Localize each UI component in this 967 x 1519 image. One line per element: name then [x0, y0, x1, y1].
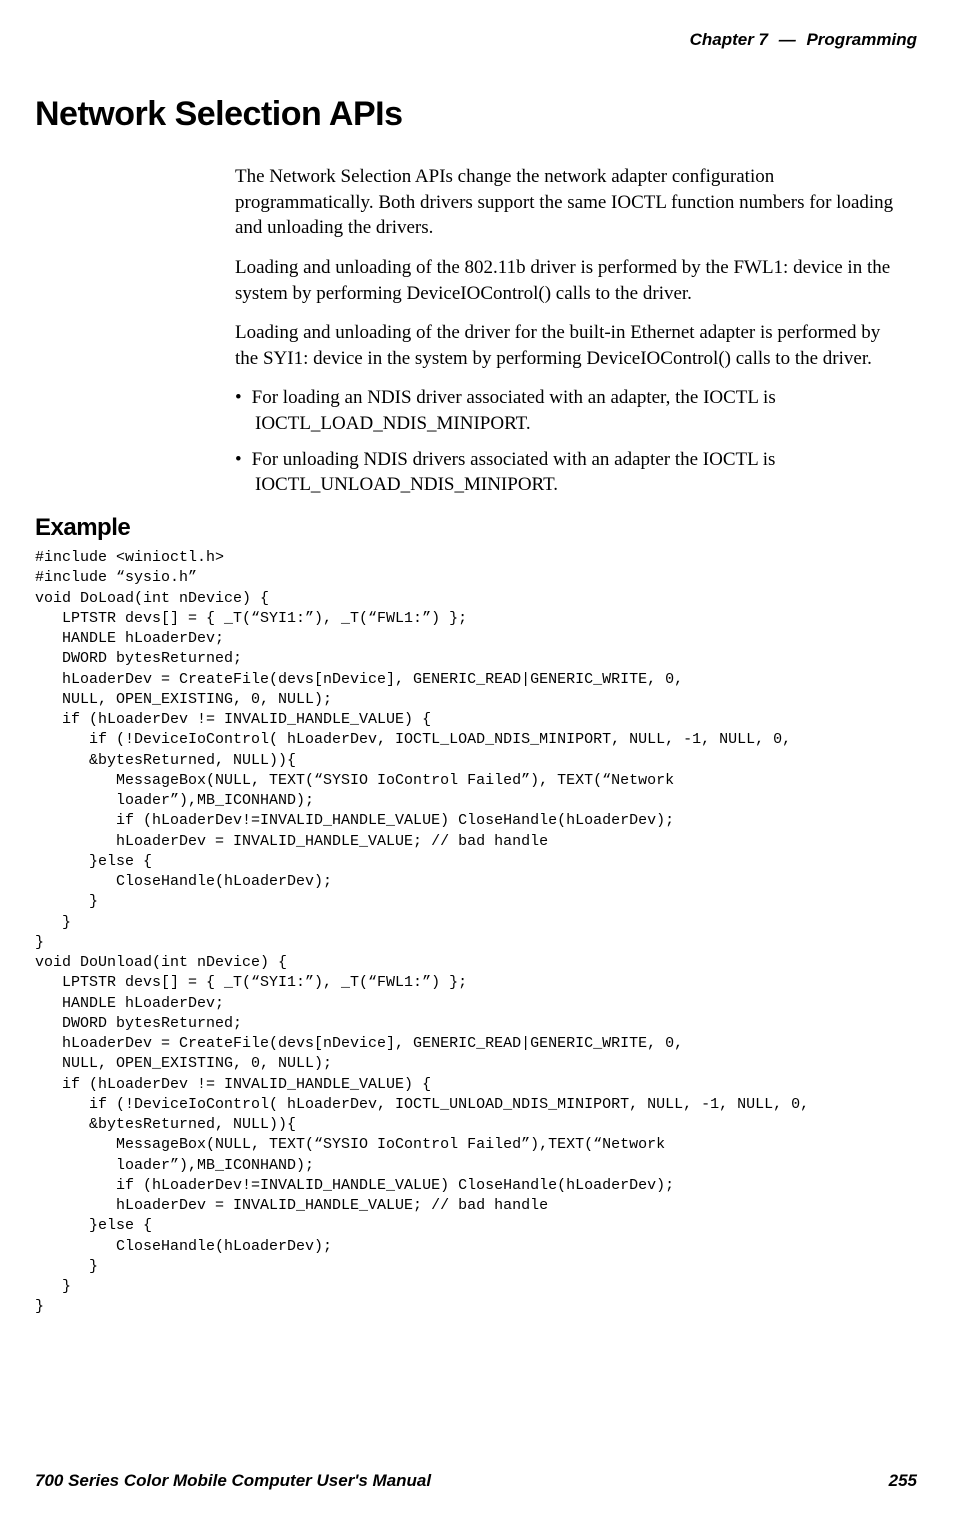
paragraph-3: Loading and unloading of the driver for …: [235, 320, 907, 371]
bullet-list: For loading an NDIS driver associated wi…: [235, 385, 907, 498]
chapter-label: Chapter 7: [690, 30, 768, 49]
body-content: The Network Selection APIs change the ne…: [235, 164, 907, 498]
page-number: 255: [889, 1471, 917, 1491]
page-footer: 700 Series Color Mobile Computer User's …: [35, 1471, 917, 1491]
section-title: Network Selection APIs: [35, 95, 917, 134]
code-example: #include <winioctl.h> #include “sysio.h”…: [35, 548, 917, 1318]
example-heading: Example: [35, 514, 917, 542]
bullet-1: For loading an NDIS driver associated wi…: [235, 385, 907, 436]
bullet-2: For unloading NDIS drivers associated wi…: [235, 447, 907, 498]
header-separator: —: [773, 30, 802, 49]
chapter-topic: Programming: [806, 30, 917, 49]
page-header: Chapter 7 — Programming: [35, 30, 917, 50]
manual-title: 700 Series Color Mobile Computer User's …: [35, 1471, 431, 1491]
paragraph-1: The Network Selection APIs change the ne…: [235, 164, 907, 241]
paragraph-2: Loading and unloading of the 802.11b dri…: [235, 255, 907, 306]
